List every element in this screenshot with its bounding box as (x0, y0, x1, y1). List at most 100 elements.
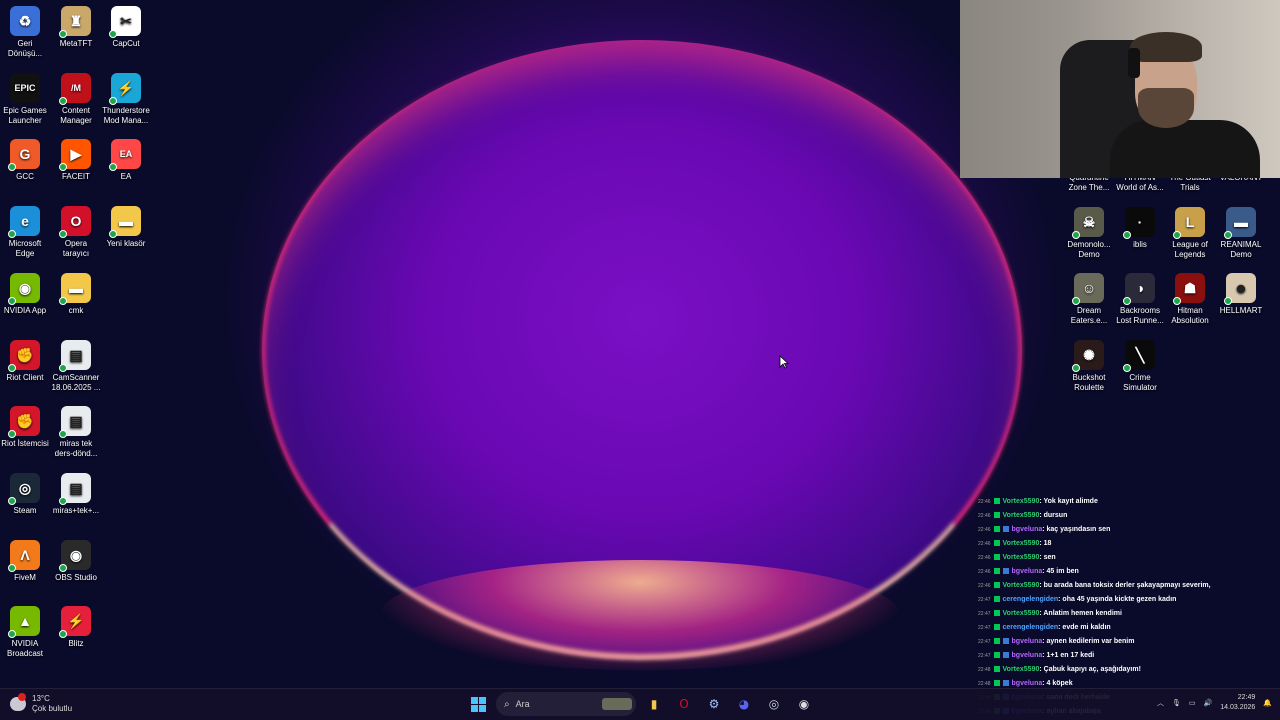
desktop-icon-label: League of Legends (1172, 239, 1208, 259)
app-icon: ▬ (109, 206, 141, 239)
app-icon: ☺ (1072, 273, 1104, 306)
chat-username: bgveluna (1011, 526, 1043, 533)
desktop-icon[interactable]: ╲ Crime Simulator (1115, 340, 1165, 393)
chat-username: Vortex5590 (1002, 666, 1040, 673)
desktop-icon[interactable]: /M Content Manager (51, 72, 101, 126)
app-icon: ✊ (8, 406, 40, 439)
desktop-icon-label: FiveM (14, 572, 36, 582)
chat-message: 22:47 bgveluna: aynen kedilerim var benim (978, 635, 1218, 649)
chat-username: Vortex5590 (1002, 554, 1040, 561)
desktop-icon[interactable]: ✂ CapCut (101, 6, 151, 49)
notification-bell-icon[interactable]: 🔔 (1263, 699, 1272, 707)
chat-timestamp: 22:48 (978, 681, 991, 687)
desktop-icon[interactable]: ◉ NVIDIA App (0, 272, 50, 316)
desktop-icon[interactable]: ◎ Steam (0, 472, 50, 516)
subscriber-badge-icon (1002, 638, 1009, 645)
desktop-icon[interactable]: ♻ Geri Dönüşü... (0, 6, 50, 59)
sync-check-icon (109, 163, 117, 172)
desktop-icon[interactable]: ▤ CamScanner 18.06.2025 ... (51, 339, 101, 393)
chat-message: 22:47 cerengelengiden: evde mi kaldın (978, 621, 1218, 635)
desktop-icon-label: Demonolo... Demo (1067, 239, 1111, 259)
app-icon: /M (59, 72, 91, 105)
desktop-icon[interactable]: ▶ FACEIT (51, 139, 101, 182)
desktop-icon[interactable]: O Opera tarayıcı (51, 206, 101, 259)
chat-message: 22:46 bgveluna: kaç yaşındasın sen (978, 523, 1218, 537)
clock-time: 22:49 (1237, 694, 1256, 701)
chat-text: : bu arada bana toksix derler şakayapmay… (1039, 582, 1211, 589)
opera-icon: O (679, 697, 689, 711)
app-glyph: EA (119, 149, 133, 160)
desktop-icon[interactable]: ✺ Buckshot Roulette (1064, 340, 1114, 393)
desktop-icon[interactable]: · iblis (1115, 206, 1165, 250)
taskbar-app-obs[interactable]: ◉ (792, 692, 816, 716)
app-icon: ☠ (1072, 206, 1104, 239)
desktop-icon-label: Riot İstemcisi (1, 439, 49, 449)
clock[interactable]: 22:49 14.03.2026 (1220, 693, 1255, 713)
sync-check-icon (8, 296, 16, 305)
app-glyph: ◉ (69, 546, 83, 563)
taskbar-app-settings[interactable]: ⚙ (702, 692, 726, 716)
steam-icon: ◎ (768, 697, 780, 711)
desktop-icon-label: HELLMART (1219, 306, 1263, 316)
app-icon: ▬ (1224, 206, 1256, 239)
chevron-up-icon[interactable]: ︿ (1157, 698, 1164, 708)
desktop-icon[interactable]: ☗ Hitman Absolution (1165, 273, 1215, 326)
desktop-icon-label: NVIDIA App (3, 305, 47, 315)
desktop-icon[interactable]: ▬ REANIMAL Demo (1216, 206, 1266, 260)
desktop-icon[interactable]: G GCC (0, 139, 50, 182)
desktop-icon[interactable]: ☠ Demonolo... Demo (1064, 206, 1114, 260)
app-icon: ♜ (59, 6, 91, 38)
app-glyph: ✊ (16, 346, 34, 363)
desktop-icon-label: MetaTFT (59, 39, 93, 48)
settings-icon: ⚙ (708, 697, 720, 711)
wallpaper-glow (380, 560, 900, 670)
app-glyph: O (70, 213, 82, 230)
desktop-icon[interactable]: ▬ cmk (51, 272, 101, 316)
sync-check-icon (109, 30, 117, 38)
desktop-icon[interactable]: ⚡ Blitz (51, 606, 101, 649)
desktop-icon[interactable]: ◉ OBS Studio (51, 539, 101, 583)
microphone-icon[interactable]: 🎙 (1172, 699, 1181, 707)
app-glyph: ╲ (1135, 347, 1145, 364)
desktop-icon[interactable]: EPIC Epic Games Launcher (0, 72, 50, 126)
chat-username: Vortex5590 (1002, 582, 1040, 589)
volume-icon[interactable]: 🔊 (1204, 699, 1213, 707)
taskbar-app-discord[interactable]: ◕ (732, 692, 756, 716)
taskbar-app-opera[interactable]: O (672, 692, 696, 716)
desktop-icon[interactable]: ☺ Dream Eaters.e... (1064, 273, 1114, 326)
desktop-icon[interactable]: ▤ miras tek ders-dönd... (51, 406, 101, 459)
subscriber-badge-icon (1002, 526, 1009, 533)
chat-text: : Çabuk kapıyı aç, aşağıdayım! (1039, 666, 1141, 673)
kick-badge-icon (993, 680, 1000, 687)
search-box[interactable]: ⌕ Ara (496, 692, 636, 716)
sync-check-icon (59, 630, 67, 639)
desktop-icon[interactable]: Λ FiveM (0, 539, 50, 583)
desktop-icon[interactable]: ⚡ Thunderstore Mod Mana... (101, 72, 151, 126)
desktop-icon[interactable]: ◑ Backrooms Lost Runne... (1115, 273, 1165, 326)
desktop-icon[interactable]: ☻ HELLMART (1216, 273, 1266, 316)
desktop-icon[interactable]: ♜ MetaTFT (51, 6, 101, 49)
kick-badge-icon (993, 540, 1000, 547)
desktop-icon[interactable]: L League of Legends (1165, 206, 1215, 260)
start-button[interactable] (466, 692, 490, 716)
sync-check-icon (1123, 297, 1131, 306)
sync-check-icon (59, 496, 67, 505)
sync-check-icon (1224, 297, 1232, 306)
desktop-icon[interactable]: ▬ Yeni klasör (101, 206, 151, 249)
desktop-icon[interactable]: e Microsoft Edge (0, 206, 50, 259)
taskbar-app-file-explorer[interactable]: ▮ (642, 692, 666, 716)
chat-timestamp: 22:47 (978, 639, 991, 645)
network-icon[interactable]: ▭ (1189, 699, 1196, 707)
weather-widget[interactable]: 13°C Çok bulutlu (10, 693, 72, 714)
desktop-icon[interactable]: EA EA (101, 139, 151, 182)
sync-check-icon (109, 96, 117, 105)
sync-check-icon (8, 163, 16, 172)
desktop-icon[interactable]: ✊ Riot Client (0, 339, 50, 383)
desktop-icon[interactable]: ▲ NVIDIA Broadcast (0, 606, 50, 659)
desktop-icon[interactable]: ✊ Riot İstemcisi (0, 406, 50, 449)
taskbar-app-steam[interactable]: ◎ (762, 692, 786, 716)
desktop-icon[interactable]: ▤ miras+tek+... (51, 472, 101, 516)
kick-badge-icon (993, 526, 1000, 533)
desktop-icon-label: Geri Dönüşü... (7, 39, 43, 58)
sync-check-icon (59, 163, 67, 172)
